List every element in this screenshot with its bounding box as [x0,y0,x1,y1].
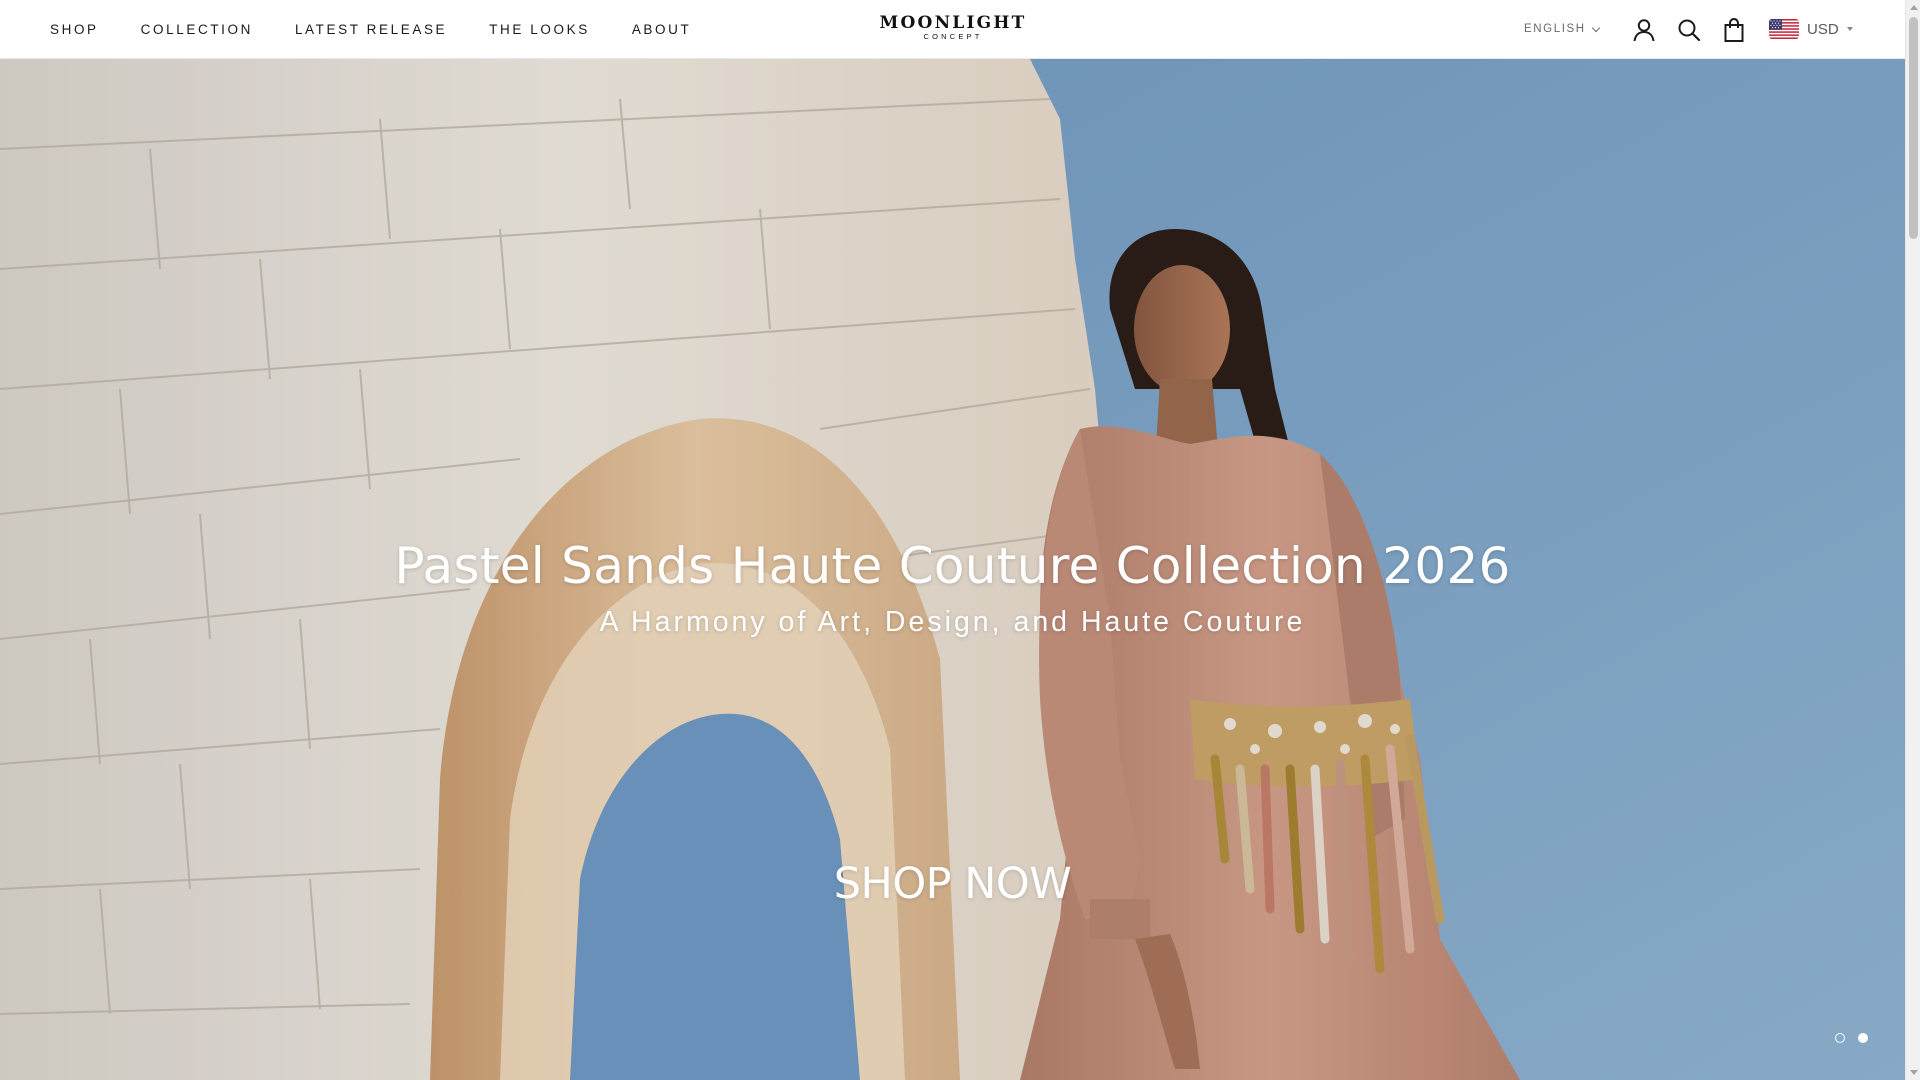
page-scrollbar[interactable] [1905,0,1920,1080]
hero-title: Pastel Sands Haute Couture Collection 20… [394,537,1511,595]
main-nav: SHOP COLLECTION LATEST RELEASE THE LOOKS… [50,0,733,59]
hero-banner[interactable]: Pastel Sands Haute Couture Collection 20… [0,59,1905,1080]
chevron-down-icon [1591,23,1600,32]
page: SHOP COLLECTION LATEST RELEASE THE LOOKS… [0,0,1905,1080]
account-button[interactable] [1631,17,1657,43]
search-button[interactable] [1676,17,1702,43]
language-selector[interactable]: ENGLISH [1524,23,1600,35]
nav-about[interactable]: ABOUT [632,22,692,37]
us-flag-icon [1769,19,1799,39]
search-icon [1678,19,1701,42]
cart-button[interactable] [1721,17,1747,43]
currency-label: USD [1807,20,1839,38]
nav-the-looks[interactable]: THE LOOKS [489,22,590,37]
scroll-thumb[interactable] [1909,17,1918,239]
shopping-bag-icon [1724,17,1744,42]
scroll-down-arrow-icon[interactable] [1910,1070,1918,1075]
account-icon [1633,19,1655,42]
nav-latest-release[interactable]: LATEST RELEASE [295,22,447,37]
nav-shop[interactable]: SHOP [50,22,99,37]
logo-wordmark: MOONLIGHT [879,13,1027,33]
currency-selector[interactable]: USD [1769,19,1853,39]
shop-now-button[interactable]: SHOP NOW [800,859,1105,909]
slide-dot-1[interactable] [1835,1033,1845,1043]
caret-down-icon [1846,27,1853,31]
slide-indicators [1835,1033,1881,1043]
slide-dot-2[interactable] [1858,1033,1868,1043]
site-logo[interactable]: MOONLIGHT CONCEPT [874,14,1032,41]
logo-tagline: CONCEPT [923,32,983,41]
hero-subtitle: A Harmony of Art, Design, and Haute Cout… [599,606,1306,638]
language-label: ENGLISH [1524,23,1586,35]
scroll-up-arrow-icon[interactable] [1910,5,1918,10]
site-header: SHOP COLLECTION LATEST RELEASE THE LOOKS… [0,0,1905,59]
nav-collection[interactable]: COLLECTION [141,22,253,37]
